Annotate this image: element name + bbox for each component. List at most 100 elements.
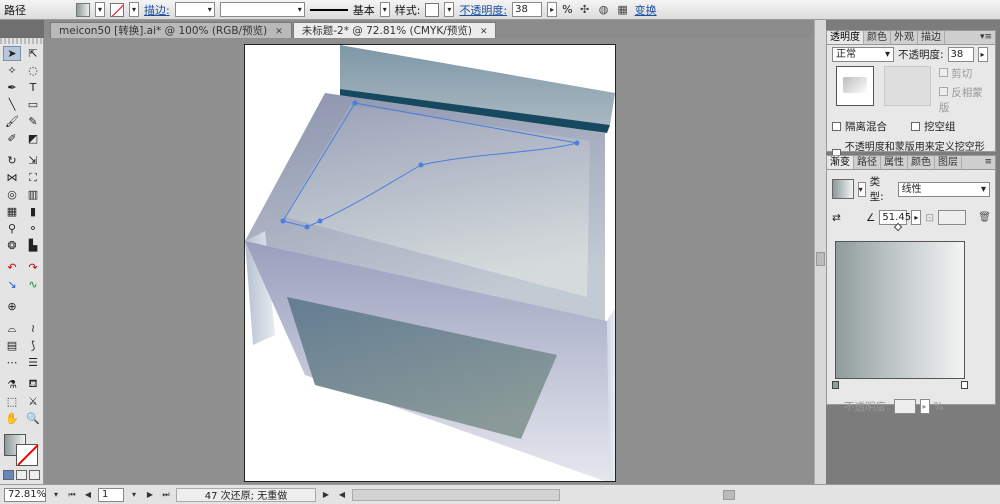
stroke-color-swatch[interactable] <box>16 444 38 466</box>
opacity-panel-link[interactable]: 不透明度: <box>459 2 507 18</box>
variable-width-dropdown[interactable]: ▾ <box>219 2 305 17</box>
invert-mask-checkbox[interactable] <box>938 87 948 96</box>
globe-icon[interactable]: ⊕ <box>3 299 21 314</box>
panel-menu-icon[interactable]: ▾≡ <box>977 31 995 44</box>
rectangle-tool-icon[interactable]: ▭ <box>24 97 42 112</box>
angle-input[interactable]: 51.45 <box>879 210 911 225</box>
shape-builder-tool-icon[interactable]: ◎ <box>3 187 21 202</box>
gradient-stop-left[interactable] <box>832 381 839 389</box>
tab-attributes[interactable]: 属性 <box>881 156 908 169</box>
column-graph-tool-icon[interactable]: ▙ <box>24 238 42 253</box>
opacity-input[interactable]: 38 <box>947 47 974 62</box>
scroll-thumb[interactable] <box>816 252 825 266</box>
stroke-swatch-button[interactable] <box>110 2 124 17</box>
opacity-stepper[interactable]: ▸ <box>977 47 988 62</box>
opacity-dropdown[interactable]: ▸ <box>547 2 558 17</box>
blend-mode-select[interactable]: 正常 ▾ <box>832 47 894 62</box>
close-icon[interactable]: ✕ <box>275 27 283 37</box>
hand-tool-icon[interactable]: ✋ <box>3 411 21 426</box>
aspect-ratio-input[interactable] <box>938 210 967 225</box>
opacity-input[interactable]: 38 <box>512 2 543 17</box>
scroll-thumb[interactable] <box>723 489 735 500</box>
artboard-dropdown[interactable]: ▾ <box>128 488 140 502</box>
scroll-left-icon[interactable]: ◀ <box>336 488 348 502</box>
horizontal-scrollbar[interactable] <box>352 488 735 501</box>
fill-swatch-button[interactable] <box>76 2 90 17</box>
document-canvas[interactable] <box>44 38 814 484</box>
blob-brush-tool-icon[interactable]: ✐ <box>3 131 21 146</box>
next-artboard-icon[interactable]: ▶ <box>144 488 156 502</box>
gradient-preview[interactable] <box>835 241 965 379</box>
align-grid-icon[interactable]: ▦ <box>616 3 630 17</box>
stroke-dropdown[interactable]: ▾ <box>129 2 139 17</box>
type-tool-icon[interactable]: T <box>24 80 42 95</box>
gradient-tool-icon[interactable]: ▮ <box>24 204 42 219</box>
artboard-number-field[interactable]: 1 <box>98 487 124 502</box>
pencil-tool-icon[interactable]: ✎ <box>24 114 42 129</box>
mesh-tool-icon[interactable]: ▦ <box>3 204 21 219</box>
convert-anchor-point-icon[interactable]: ↷ <box>24 260 42 275</box>
clip-checkbox[interactable] <box>938 68 948 77</box>
gradient-type-select[interactable]: 线性 ▾ <box>897 181 990 197</box>
artboard[interactable] <box>244 44 616 482</box>
stop-opacity-input[interactable] <box>893 399 916 414</box>
eyedropper-tool-icon[interactable]: ⚲ <box>3 221 21 236</box>
tab-transparency[interactable]: 透明度 <box>827 31 864 44</box>
isolate-blending-checkbox[interactable] <box>832 122 841 131</box>
zoom-tool-icon[interactable]: 🔍 <box>24 411 42 426</box>
path-curve-icon[interactable]: ∿ <box>24 277 42 292</box>
last-artboard-icon[interactable]: ⏭ <box>160 488 172 502</box>
close-icon[interactable]: ✕ <box>480 27 488 37</box>
zoom-dropdown[interactable]: ▾ <box>50 488 62 502</box>
fill-stroke-widget[interactable] <box>2 432 42 468</box>
zoom-level-field[interactable]: 72.81% <box>4 487 46 502</box>
tab-gradient[interactable]: 渐变 <box>827 156 854 169</box>
vertical-scrollbar[interactable] <box>814 20 826 484</box>
tab-pathfinder[interactable]: 路径 <box>854 156 881 169</box>
tab-appearance[interactable]: 外观 <box>891 31 918 44</box>
wrinkle-tool-icon[interactable]: ☰ <box>24 355 42 370</box>
pucker-tool-icon[interactable]: ▤ <box>3 338 21 353</box>
slice-tool-icon[interactable]: ⚔ <box>24 394 42 409</box>
line-segment-tool-icon[interactable]: ╲ <box>3 97 21 112</box>
direct-selection-tool-icon[interactable]: ⇱ <box>24 46 42 61</box>
live-paint-icon[interactable]: ⛾ <box>24 377 42 392</box>
stop-opacity-dropdown[interactable]: ▸ <box>919 399 930 414</box>
tab-color[interactable]: 颜色 <box>908 156 935 169</box>
lasso-tool-icon[interactable]: ◌ <box>24 63 42 78</box>
free-transform-tool-icon[interactable]: ⛶ <box>24 170 42 185</box>
delete-stop-icon[interactable]: 🗑 <box>978 212 991 223</box>
smooth-path-icon[interactable]: ↘ <box>3 277 21 292</box>
knockout-group-checkbox[interactable] <box>911 122 920 131</box>
angle-dropdown[interactable]: ▸ <box>911 210 922 225</box>
magic-wand-tool-icon[interactable]: ✧ <box>3 63 21 78</box>
fill-dropdown[interactable]: ▾ <box>95 2 105 17</box>
color-mode-icon[interactable] <box>3 470 14 480</box>
rotate-tool-icon[interactable]: ↻ <box>3 153 21 168</box>
gradient-stop-right[interactable] <box>961 381 968 389</box>
transform-panel-link[interactable]: 变换 <box>635 2 657 18</box>
gradient-swatch-dropdown[interactable]: ▾ <box>857 181 866 197</box>
perspective-grid-tool-icon[interactable]: ▥ <box>24 187 42 202</box>
reverse-gradient-icon[interactable]: ⇄ <box>832 212 846 224</box>
pen-tool-icon[interactable]: ✒ <box>3 80 21 95</box>
eraser-tool-icon[interactable]: ◩ <box>24 131 42 146</box>
warp-tool-icon[interactable]: ⌓ <box>3 321 21 336</box>
tab-layers[interactable]: 图层 <box>935 156 962 169</box>
doc-tab-meicon50[interactable]: meicon50 [转换].ai* @ 100% (RGB/预览) ✕ <box>50 22 292 38</box>
twirl-tool-icon[interactable]: ≀ <box>24 321 42 336</box>
stroke-weight-dropdown[interactable]: ▾ <box>174 2 215 17</box>
doc-tab-untitled-2[interactable]: 未标题-2* @ 72.81% (CMYK/预览) ✕ <box>292 22 497 38</box>
width-tool-icon[interactable]: ⋈ <box>3 170 21 185</box>
status-menu-icon[interactable]: ▶ <box>320 488 332 502</box>
symbol-sprayer-tool-icon[interactable]: ❂ <box>3 238 21 253</box>
previous-artboard-icon[interactable]: ◀ <box>82 488 94 502</box>
stroke-panel-link[interactable]: 描边: <box>144 2 170 18</box>
artboard-tool-icon[interactable]: ⬚ <box>3 394 21 409</box>
crystallize-tool-icon[interactable]: ⋯ <box>3 355 21 370</box>
none-mode-icon[interactable] <box>29 470 40 480</box>
mask-thumbnail-slot[interactable] <box>883 66 931 106</box>
tab-color[interactable]: 颜色 <box>864 31 891 44</box>
recolor-artwork-icon[interactable]: ✣ <box>578 3 592 17</box>
first-artboard-icon[interactable]: ⏮ <box>66 488 78 502</box>
